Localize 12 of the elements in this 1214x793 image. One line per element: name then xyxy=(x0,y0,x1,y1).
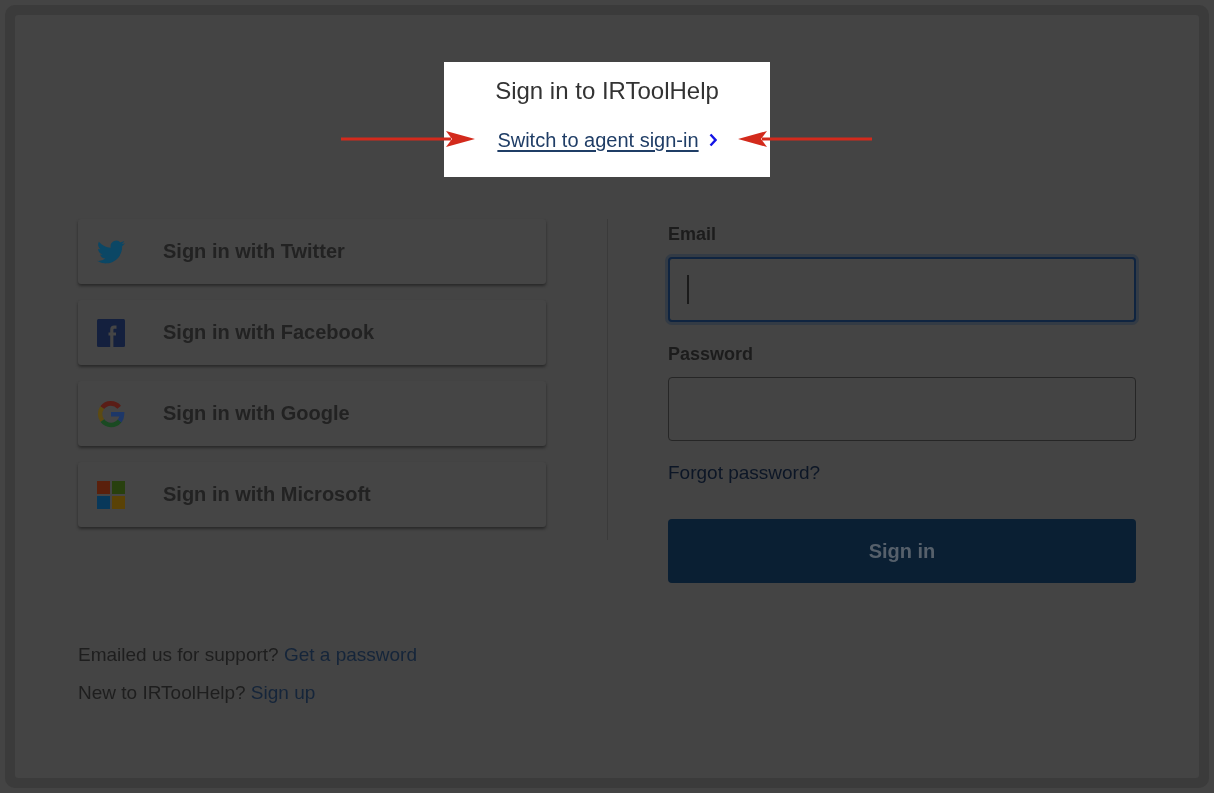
four-squares-icon xyxy=(97,480,125,509)
page-title: Sign in to IRToolHelp xyxy=(495,76,719,106)
bird-icon xyxy=(97,237,125,266)
input-field[interactable] xyxy=(668,257,1136,322)
forgot-password-link[interactable]: Forgot password? xyxy=(668,461,821,485)
g-logo-icon xyxy=(97,399,125,428)
sign-in-button[interactable]: Sign in xyxy=(668,519,1136,583)
agent-sign-in-link[interactable]: Switch to agent sign-in xyxy=(497,127,699,153)
chevron-icon xyxy=(708,133,717,147)
f-tile-icon xyxy=(97,318,125,347)
input-field[interactable] xyxy=(668,377,1136,441)
text-cursor-icon xyxy=(687,275,689,304)
